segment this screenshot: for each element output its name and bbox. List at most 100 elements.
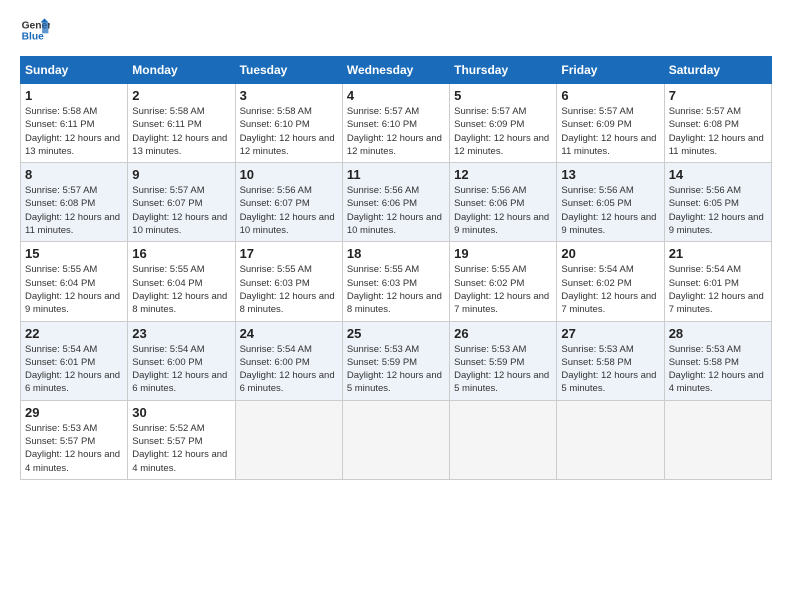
day-info: Sunrise: 5:56 AMSunset: 6:05 PMDaylight:… xyxy=(561,184,659,237)
day-info: Sunrise: 5:55 AMSunset: 6:04 PMDaylight:… xyxy=(132,263,230,316)
day-info: Sunrise: 5:57 AMSunset: 6:07 PMDaylight:… xyxy=(132,184,230,237)
weekday-header: Thursday xyxy=(450,57,557,84)
calendar-day-cell: 23 Sunrise: 5:54 AMSunset: 6:00 PMDayligh… xyxy=(128,321,235,400)
calendar-day-cell: 7 Sunrise: 5:57 AMSunset: 6:08 PMDaylight… xyxy=(664,84,771,163)
weekday-header: Saturday xyxy=(664,57,771,84)
day-number: 27 xyxy=(561,326,659,341)
day-info: Sunrise: 5:58 AMSunset: 6:10 PMDaylight:… xyxy=(240,105,338,158)
calendar-day-cell: 19Sunrise: 5:55 AMSunset: 6:02 PMDayligh… xyxy=(450,242,557,321)
day-number: 17 xyxy=(240,246,338,261)
day-info: Sunrise: 5:54 AMSunset: 6:02 PMDaylight:… xyxy=(561,263,659,316)
day-info: Sunrise: 5:58 AMSunset: 6:11 PMDaylight:… xyxy=(132,105,230,158)
calendar-day-cell: 20 Sunrise: 5:54 AMSunset: 6:02 PMDayligh… xyxy=(557,242,664,321)
day-number: 30 xyxy=(132,405,230,420)
day-number: 3 xyxy=(240,88,338,103)
day-info: Sunrise: 5:53 AMSunset: 5:58 PMDaylight:… xyxy=(669,343,767,396)
calendar-day-cell: 25 Sunrise: 5:53 AMSunset: 5:59 PMDayligh… xyxy=(342,321,449,400)
day-info: Sunrise: 5:55 AMSunset: 6:03 PMDaylight:… xyxy=(347,263,445,316)
calendar-day-cell: 9Sunrise: 5:57 AMSunset: 6:07 PMDaylight… xyxy=(128,163,235,242)
day-number: 13 xyxy=(561,167,659,182)
day-number: 23 xyxy=(132,326,230,341)
calendar-day-cell xyxy=(235,400,342,479)
day-number: 12 xyxy=(454,167,552,182)
day-number: 15 xyxy=(25,246,123,261)
calendar-day-cell: 2 Sunrise: 5:58 AMSunset: 6:11 PMDaylight… xyxy=(128,84,235,163)
calendar-day-cell: 14Sunrise: 5:56 AMSunset: 6:05 PMDayligh… xyxy=(664,163,771,242)
calendar-week-row: 1Sunrise: 5:58 AMSunset: 6:11 PMDaylight… xyxy=(21,84,772,163)
day-info: Sunrise: 5:55 AMSunset: 6:03 PMDaylight:… xyxy=(240,263,338,316)
day-info: Sunrise: 5:57 AMSunset: 6:08 PMDaylight:… xyxy=(25,184,123,237)
day-number: 10 xyxy=(240,167,338,182)
calendar-day-cell: 8 Sunrise: 5:57 AMSunset: 6:08 PMDaylight… xyxy=(21,163,128,242)
calendar-header-row: SundayMondayTuesdayWednesdayThursdayFrid… xyxy=(21,57,772,84)
calendar-day-cell: 5 Sunrise: 5:57 AMSunset: 6:09 PMDaylight… xyxy=(450,84,557,163)
header: General Blue xyxy=(20,16,772,46)
calendar-week-row: 8 Sunrise: 5:57 AMSunset: 6:08 PMDaylight… xyxy=(21,163,772,242)
day-info: Sunrise: 5:54 AMSunset: 6:00 PMDaylight:… xyxy=(132,343,230,396)
logo-icon: General Blue xyxy=(20,16,50,46)
svg-text:Blue: Blue xyxy=(22,32,45,43)
weekday-header: Sunday xyxy=(21,57,128,84)
day-number: 5 xyxy=(454,88,552,103)
calendar-day-cell: 12 Sunrise: 5:56 AMSunset: 6:06 PMDayligh… xyxy=(450,163,557,242)
calendar-day-cell: 17 Sunrise: 5:55 AMSunset: 6:03 PMDayligh… xyxy=(235,242,342,321)
calendar-week-row: 29 Sunrise: 5:53 AMSunset: 5:57 PMDayligh… xyxy=(21,400,772,479)
calendar-day-cell xyxy=(664,400,771,479)
calendar-day-cell: 3 Sunrise: 5:58 AMSunset: 6:10 PMDaylight… xyxy=(235,84,342,163)
calendar-day-cell xyxy=(557,400,664,479)
calendar-day-cell xyxy=(450,400,557,479)
day-number: 14 xyxy=(669,167,767,182)
day-number: 20 xyxy=(561,246,659,261)
day-info: Sunrise: 5:53 AMSunset: 5:58 PMDaylight:… xyxy=(561,343,659,396)
calendar-day-cell: 28 Sunrise: 5:53 AMSunset: 5:58 PMDayligh… xyxy=(664,321,771,400)
calendar-day-cell: 27 Sunrise: 5:53 AMSunset: 5:58 PMDayligh… xyxy=(557,321,664,400)
day-info: Sunrise: 5:56 AMSunset: 6:07 PMDaylight:… xyxy=(240,184,338,237)
day-info: Sunrise: 5:57 AMSunset: 6:09 PMDaylight:… xyxy=(561,105,659,158)
day-number: 21 xyxy=(669,246,767,261)
weekday-header: Friday xyxy=(557,57,664,84)
day-number: 18 xyxy=(347,246,445,261)
calendar-day-cell: 18 Sunrise: 5:55 AMSunset: 6:03 PMDayligh… xyxy=(342,242,449,321)
day-info: Sunrise: 5:56 AMSunset: 6:06 PMDaylight:… xyxy=(347,184,445,237)
calendar-week-row: 15 Sunrise: 5:55 AMSunset: 6:04 PMDayligh… xyxy=(21,242,772,321)
calendar-day-cell: 10 Sunrise: 5:56 AMSunset: 6:07 PMDayligh… xyxy=(235,163,342,242)
day-number: 26 xyxy=(454,326,552,341)
calendar-day-cell: 15 Sunrise: 5:55 AMSunset: 6:04 PMDayligh… xyxy=(21,242,128,321)
day-number: 29 xyxy=(25,405,123,420)
day-number: 22 xyxy=(25,326,123,341)
weekday-header: Tuesday xyxy=(235,57,342,84)
weekday-header: Monday xyxy=(128,57,235,84)
day-info: Sunrise: 5:55 AMSunset: 6:04 PMDaylight:… xyxy=(25,263,123,316)
calendar-day-cell: 21 Sunrise: 5:54 AMSunset: 6:01 PMDayligh… xyxy=(664,242,771,321)
day-info: Sunrise: 5:54 AMSunset: 6:00 PMDaylight:… xyxy=(240,343,338,396)
calendar-day-cell: 22 Sunrise: 5:54 AMSunset: 6:01 PMDayligh… xyxy=(21,321,128,400)
day-number: 4 xyxy=(347,88,445,103)
day-info: Sunrise: 5:57 AMSunset: 6:09 PMDaylight:… xyxy=(454,105,552,158)
calendar-table: SundayMondayTuesdayWednesdayThursdayFrid… xyxy=(20,56,772,480)
day-info: Sunrise: 5:54 AMSunset: 6:01 PMDaylight:… xyxy=(669,263,767,316)
calendar-day-cell: 16 Sunrise: 5:55 AMSunset: 6:04 PMDayligh… xyxy=(128,242,235,321)
day-info: Sunrise: 5:54 AMSunset: 6:01 PMDaylight:… xyxy=(25,343,123,396)
day-number: 24 xyxy=(240,326,338,341)
calendar-day-cell: 4Sunrise: 5:57 AMSunset: 6:10 PMDaylight… xyxy=(342,84,449,163)
day-number: 2 xyxy=(132,88,230,103)
day-number: 16 xyxy=(132,246,230,261)
day-number: 8 xyxy=(25,167,123,182)
calendar-week-row: 22 Sunrise: 5:54 AMSunset: 6:01 PMDayligh… xyxy=(21,321,772,400)
calendar-day-cell: 30 Sunrise: 5:52 AMSunset: 5:57 PMDayligh… xyxy=(128,400,235,479)
day-number: 11 xyxy=(347,167,445,182)
page: General Blue SundayMondayTuesdayWednesda… xyxy=(0,0,792,612)
day-info: Sunrise: 5:53 AMSunset: 5:57 PMDaylight:… xyxy=(25,422,123,475)
day-number: 7 xyxy=(669,88,767,103)
day-info: Sunrise: 5:56 AMSunset: 6:06 PMDaylight:… xyxy=(454,184,552,237)
day-info: Sunrise: 5:57 AMSunset: 6:08 PMDaylight:… xyxy=(669,105,767,158)
day-info: Sunrise: 5:52 AMSunset: 5:57 PMDaylight:… xyxy=(132,422,230,475)
calendar-day-cell: 1Sunrise: 5:58 AMSunset: 6:11 PMDaylight… xyxy=(21,84,128,163)
day-info: Sunrise: 5:53 AMSunset: 5:59 PMDaylight:… xyxy=(347,343,445,396)
calendar-day-cell xyxy=(342,400,449,479)
weekday-header: Wednesday xyxy=(342,57,449,84)
day-number: 28 xyxy=(669,326,767,341)
day-number: 25 xyxy=(347,326,445,341)
calendar-day-cell: 29 Sunrise: 5:53 AMSunset: 5:57 PMDayligh… xyxy=(21,400,128,479)
day-number: 19 xyxy=(454,246,552,261)
